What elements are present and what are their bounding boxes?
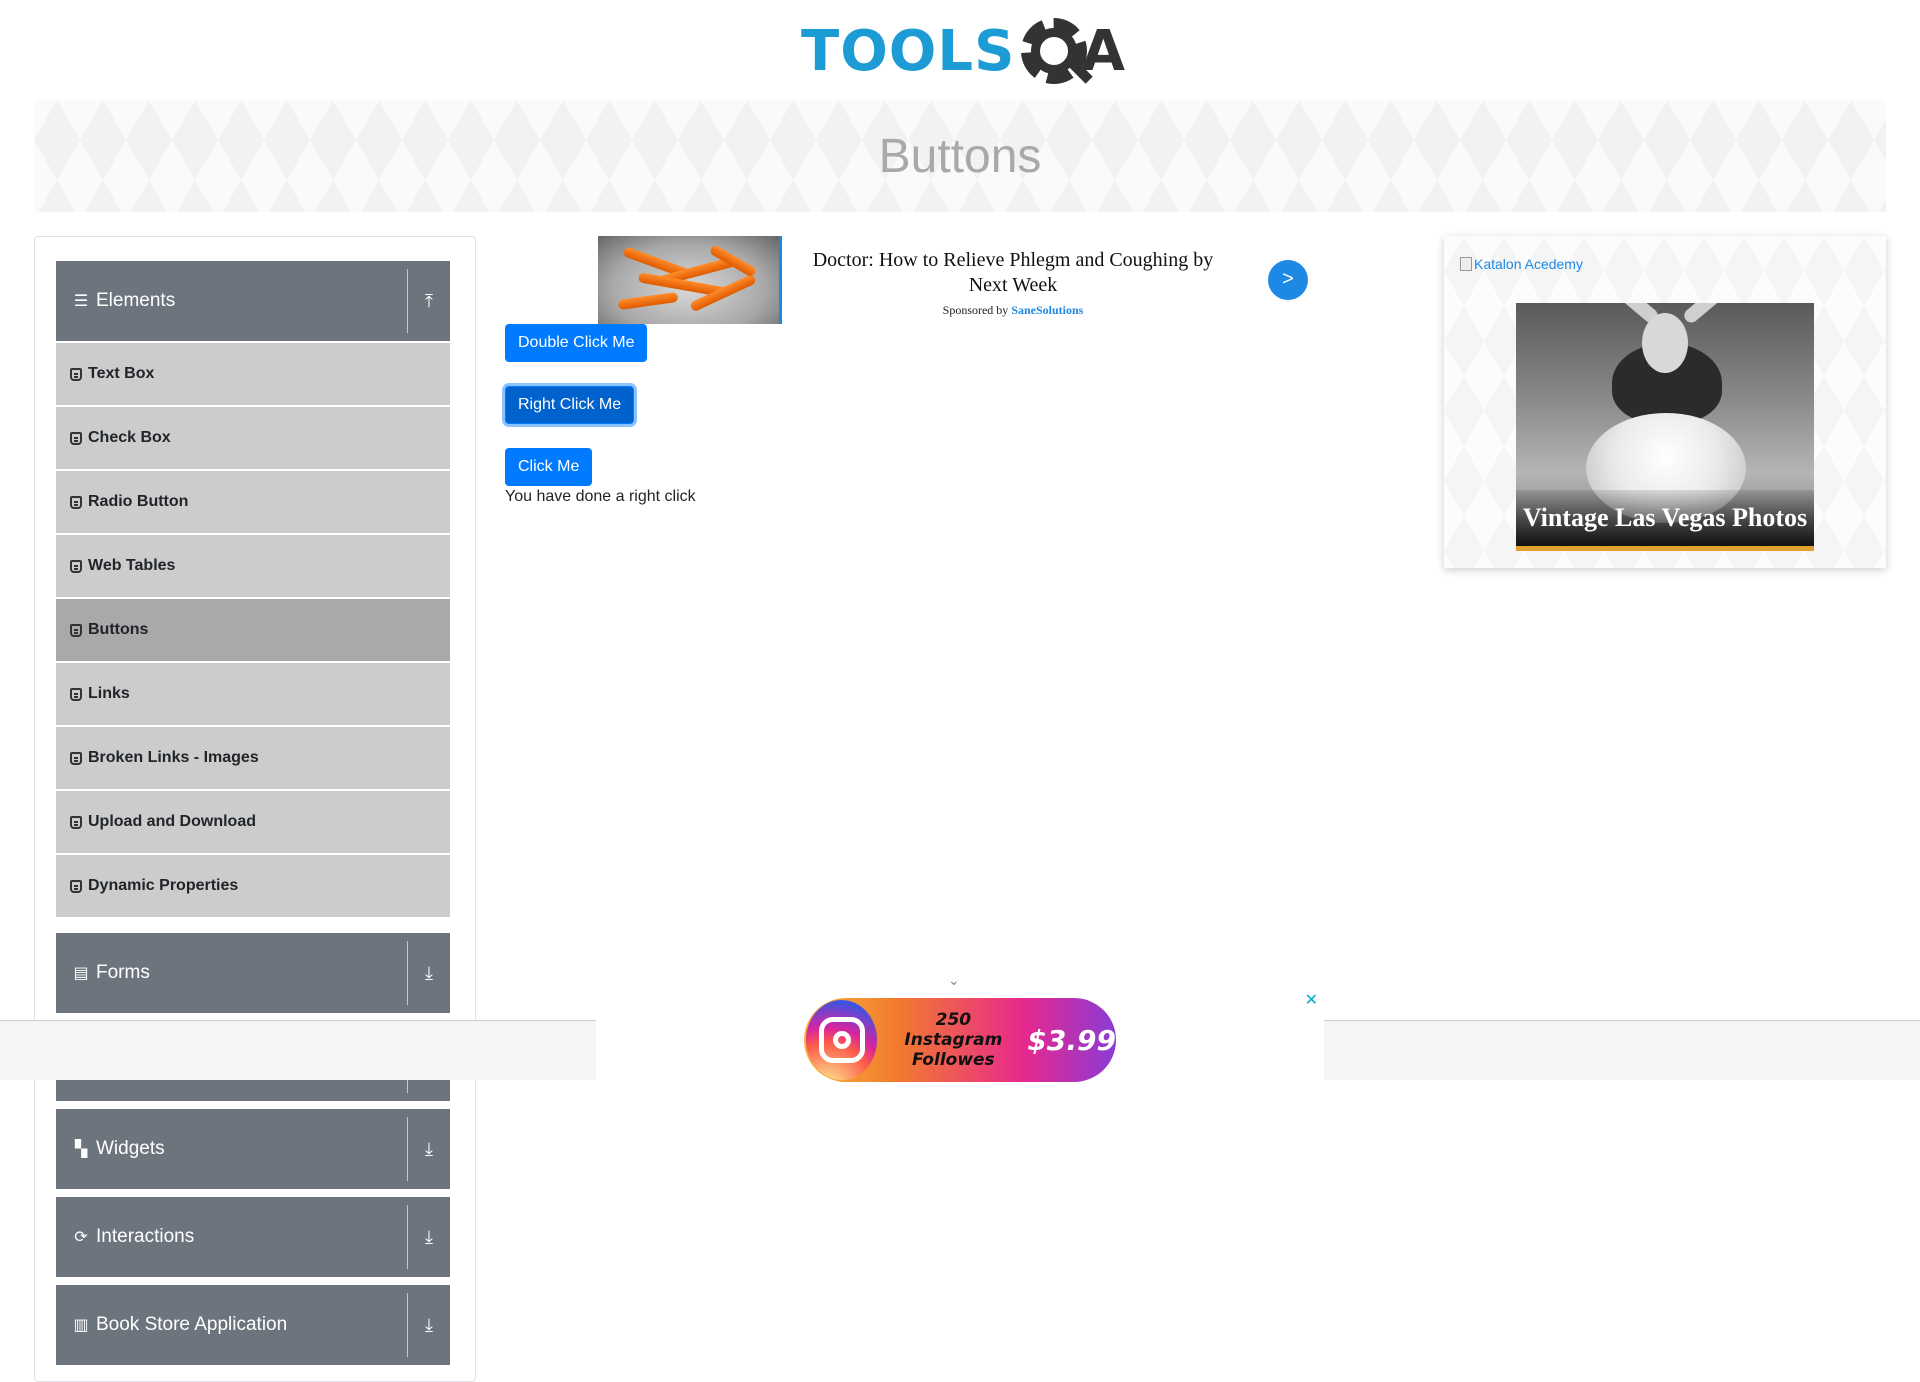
ad-sponsor: Sponsored by SaneSolutions (798, 303, 1228, 318)
sidebar-item-upload-download[interactable]: Upload and Download (56, 791, 450, 853)
bottom-ad[interactable]: ⌄ ✕ 250 Instagram Followes $3.99 (596, 972, 1324, 1082)
vintage-photo-ad[interactable]: Vintage Las Vegas Photos (1516, 303, 1814, 551)
html5-icon (70, 367, 82, 381)
ad-sponsor-name[interactable]: SaneSolutions (1011, 303, 1083, 317)
expand-arrow-icon[interactable]: ⤓ (418, 1225, 440, 1249)
widgets-icon: ▚ (74, 1141, 88, 1158)
html5-icon (70, 751, 82, 765)
html5-icon (70, 687, 82, 701)
html5-icon (70, 559, 82, 573)
group-book-store[interactable]: ▥ Book Store Application ⤓ (56, 1285, 450, 1365)
refresh-icon: ⟳ (74, 1229, 88, 1246)
group-label: Widgets (96, 1138, 165, 1159)
left-panel: ☰ Elements ⤒ Text Box Check Box Radio Bu… (34, 236, 476, 1382)
instagram-followers-ad[interactable]: 250 Instagram Followes $3.99 (804, 998, 1116, 1082)
html5-icon (70, 431, 82, 445)
sidebar-item-web-tables[interactable]: Web Tables (56, 535, 450, 597)
html5-icon (70, 879, 82, 893)
group-label: Interactions (96, 1226, 195, 1247)
sidebar-item-broken-links[interactable]: Broken Links - Images (56, 727, 450, 789)
chevron-down-icon[interactable]: ⌄ (948, 972, 960, 989)
sidebar-item-text-box[interactable]: Text Box (56, 343, 450, 405)
sidebar-item-buttons[interactable]: Buttons (56, 599, 450, 661)
ad-offer-text: 250 Instagram Followes (891, 1010, 1015, 1070)
ad-price: $3.99 (1027, 1023, 1116, 1057)
page-banner: Buttons (34, 100, 1886, 212)
ad-offer-line2: Followes (912, 1050, 995, 1070)
toolsqa-logo[interactable]: TOOLS A (801, 14, 1125, 90)
ad-headline[interactable]: Doctor: How to Relieve Phlegm and Coughi… (798, 248, 1228, 298)
katalon-academy-link[interactable]: Katalon Acedemy (1460, 256, 1583, 272)
html5-icon (70, 623, 82, 637)
sidebar-item-dynamic-properties[interactable]: Dynamic Properties (56, 855, 450, 917)
vintage-caption: Vintage Las Vegas Photos (1516, 490, 1814, 546)
collapse-arrow-icon[interactable]: ⤒ (418, 289, 440, 313)
books-icon: ▥ (73, 1317, 89, 1334)
right-click-button[interactable]: Right Click Me (505, 386, 635, 424)
group-elements[interactable]: ☰ Elements ⤒ (56, 261, 450, 341)
expand-arrow-icon[interactable]: ⤓ (418, 1313, 440, 1337)
sidebar-item-radio-button[interactable]: Radio Button (56, 471, 450, 533)
right-click-message: You have done a right click (505, 488, 696, 505)
sidebar-item-label: Check Box (88, 429, 171, 446)
sidebar-item-label: Dynamic Properties (88, 877, 239, 894)
katalon-alt-text: Katalon Acedemy (1474, 256, 1583, 272)
page-title: Buttons (878, 129, 1042, 183)
broken-image-icon (1460, 257, 1472, 271)
sidebar-item-label: Radio Button (88, 493, 189, 510)
group-label: Book Store Application (96, 1314, 288, 1335)
group-label: Forms (96, 962, 150, 983)
group-interactions[interactable]: ⟳ Interactions ⤓ (56, 1197, 450, 1277)
ad-go-button[interactable]: > (1268, 260, 1308, 300)
expand-arrow-icon[interactable]: ⤓ (418, 961, 440, 985)
close-icon[interactable]: ✕ (1305, 990, 1318, 1010)
ad-offer-line1: 250 Instagram (904, 1010, 1003, 1050)
html5-icon (70, 495, 82, 509)
sidebar-item-label: Upload and Download (88, 813, 256, 830)
group-forms[interactable]: ▤ Forms ⤓ (56, 933, 450, 1013)
html5-icon (70, 815, 82, 829)
instagram-icon (806, 1000, 878, 1080)
group-label: Elements (96, 290, 176, 311)
sponsored-ad[interactable]: Doctor: How to Relieve Phlegm and Coughi… (598, 236, 1398, 324)
ad-sponsor-prefix: Sponsored by (942, 303, 1009, 317)
sidebar-item-label: Links (88, 685, 130, 702)
click-me-button[interactable]: Click Me (505, 448, 593, 486)
right-ad-panel[interactable]: Katalon Acedemy Vintage Las Vegas Photos (1444, 236, 1886, 568)
sidebar-item-label: Web Tables (88, 557, 176, 574)
logo-tools-text: TOOLS (801, 19, 1016, 84)
sidebar-item-label: Broken Links - Images (88, 749, 259, 766)
expand-arrow-icon[interactable]: ⤓ (418, 1137, 440, 1161)
sidebar-item-links[interactable]: Links (56, 663, 450, 725)
sidebar-item-label: Buttons (88, 621, 149, 638)
double-click-button[interactable]: Double Click Me (505, 324, 648, 362)
ad-image-carrots[interactable] (598, 236, 782, 324)
document-icon: ▤ (73, 965, 89, 982)
hamburger-icon: ☰ (73, 293, 89, 310)
gear-icon (1015, 14, 1094, 90)
sidebar-item-label: Text Box (88, 365, 155, 382)
group-widgets[interactable]: ▚ Widgets ⤓ (56, 1109, 450, 1189)
sidebar-item-check-box[interactable]: Check Box (56, 407, 450, 469)
